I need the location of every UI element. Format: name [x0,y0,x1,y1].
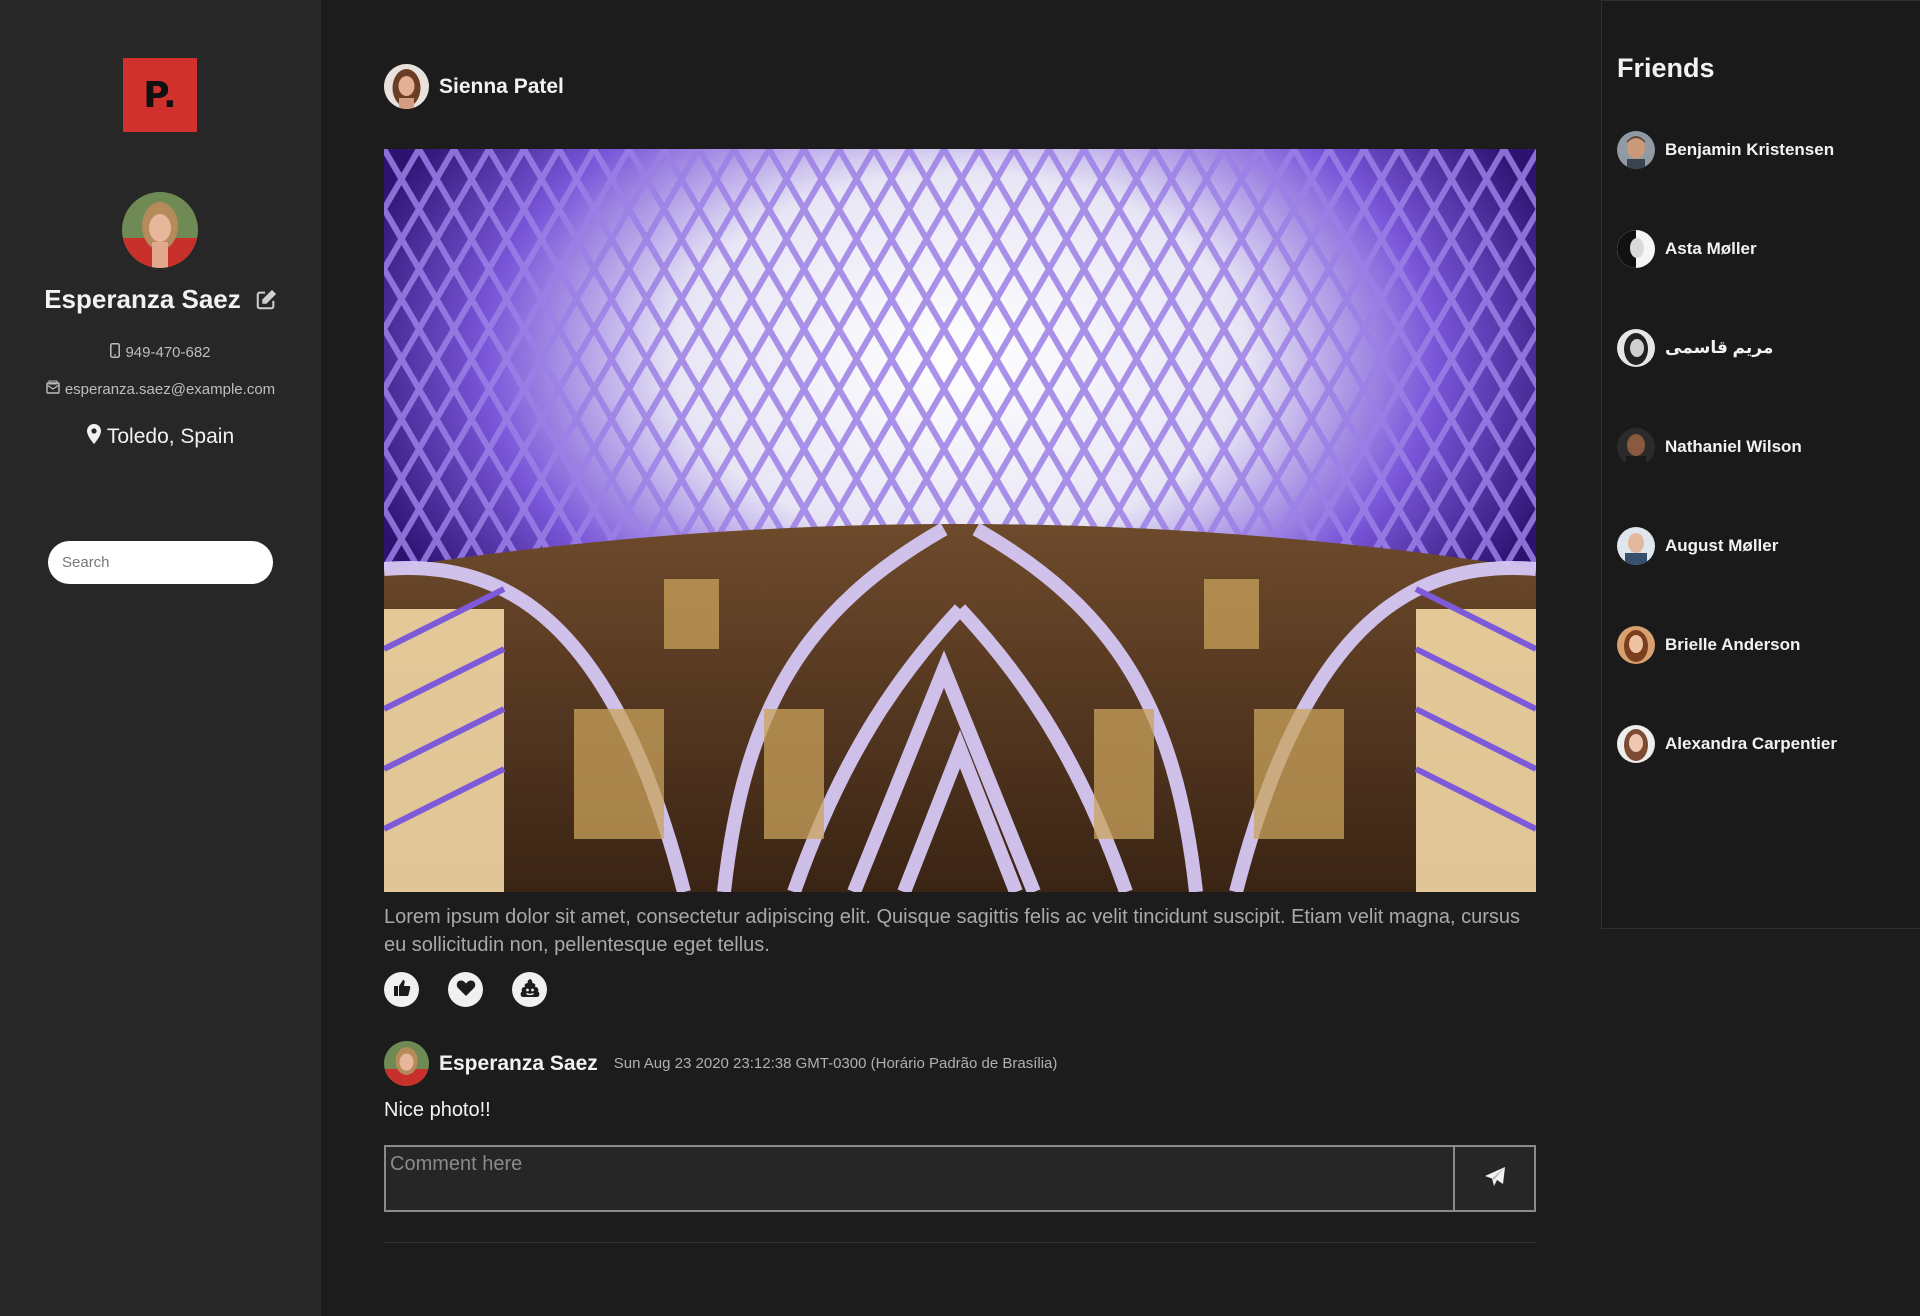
send-comment-button[interactable] [1453,1145,1536,1212]
post-text: Lorem ipsum dolor sit amet, consectetur … [384,906,1521,956]
friend-avatar [1617,725,1655,763]
friend-name: Asta Møller [1665,239,1757,258]
app-logo[interactable]: P. [123,58,197,132]
profile-location-row: Toledo, Spain [0,424,321,450]
friend-item[interactable]: Benjamin Kristensen [1617,131,1837,169]
friend-item[interactable]: Asta Møller [1617,230,1837,268]
friend-avatar [1617,230,1655,268]
profile-name: Esperanza Saez [44,284,241,314]
friend-name: مریم قاسمی [1665,338,1774,357]
friends-title: Friends [1617,53,1715,83]
friend-name: Alexandra Carpentier [1665,734,1837,753]
like-button[interactable] [384,972,419,1007]
comment-timestamp: Sun Aug 23 2020 23:12:38 GMT-0300 (Horár… [613,1055,1058,1072]
post-image [384,149,1536,892]
friends-panel: Friends Benjamin Kristensen Asta Møller … [1601,0,1920,929]
paper-plane-icon [1484,1166,1506,1191]
comment-author-name[interactable]: Esperanza Saez [439,1052,598,1076]
friend-item[interactable]: August Møller [1617,527,1837,565]
profile-name-row: Esperanza Saez [0,284,321,315]
search-input[interactable] [48,541,273,584]
friend-list: Benjamin Kristensen Asta Møller مریم قاس… [1617,131,1837,824]
friend-name: August Møller [1665,536,1779,555]
map-marker-icon [86,424,101,450]
post-author-avatar[interactable] [384,64,429,109]
comment-header: Esperanza Saez Sun Aug 23 2020 23:12:38 … [384,1041,1057,1086]
thumbs-up-icon [392,978,412,1001]
friend-avatar [1617,428,1655,466]
edit-icon[interactable] [255,289,277,311]
profile-location: Toledo, Spain [106,425,235,448]
profile-email: esperanza.saez@example.com [64,380,276,398]
post-author-name[interactable]: Sienna Patel [439,75,564,99]
love-button[interactable] [448,972,483,1007]
search-box [48,541,273,584]
comment-author-avatar[interactable] [384,1041,429,1086]
comment-input[interactable] [384,1145,1453,1212]
comment-form [384,1145,1536,1212]
friend-name: Benjamin Kristensen [1665,140,1835,159]
friend-name: Brielle Anderson [1665,635,1801,654]
friend-item[interactable]: Alexandra Carpentier [1617,725,1837,763]
friend-avatar [1617,329,1655,367]
envelope-icon [46,380,60,398]
friend-name: Nathaniel Wilson [1665,437,1802,456]
friend-item[interactable]: مریم قاسمی [1617,329,1837,367]
friend-avatar [1617,626,1655,664]
friend-avatar [1617,527,1655,565]
profile-phone: 949-470-682 [125,344,211,361]
profile-email-row: esperanza.saez@example.com [0,380,321,398]
post-divider [384,1242,1536,1243]
poop-icon [519,978,541,1001]
profile-phone-row: 949-470-682 [0,343,321,362]
reaction-bar [384,972,547,1007]
sidebar: P. Esperanza Saez 949-470-682 esperanza.… [0,0,321,1316]
poop-button[interactable] [512,972,547,1007]
friend-item[interactable]: Nathaniel Wilson [1617,428,1837,466]
friend-avatar [1617,131,1655,169]
post-header: Sienna Patel [384,64,564,109]
phone-icon [110,343,121,362]
profile-avatar[interactable] [122,192,198,268]
friend-item[interactable]: Brielle Anderson [1617,626,1837,664]
heart-icon [456,979,476,1000]
comment-text: Nice photo!! [384,1099,491,1121]
